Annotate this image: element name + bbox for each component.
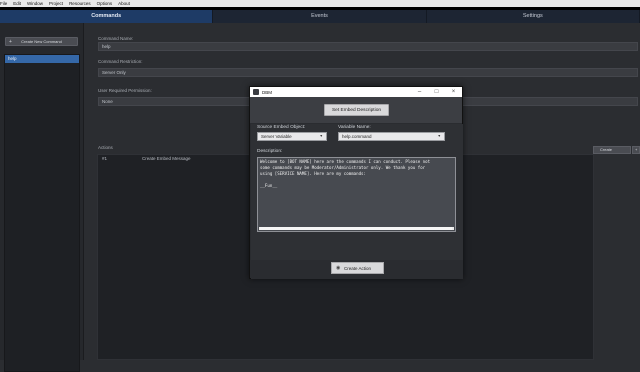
dialog-title: DBM	[262, 89, 272, 95]
tab-events[interactable]: Events	[213, 10, 427, 23]
permissions-label: User Required Permission:	[98, 88, 152, 93]
embed-description-dialog: DBM – □ × Set Embed Description Source E…	[249, 86, 463, 279]
minimize-icon[interactable]: –	[411, 87, 428, 97]
restriction-select[interactable]: Server Only	[98, 68, 638, 77]
plus-icon: +	[9, 38, 12, 45]
menu-project[interactable]: Project	[49, 0, 63, 7]
create-action-label: Create Action	[343, 265, 371, 271]
app-icon	[253, 89, 259, 95]
create-new-command-label: Create New Command	[21, 39, 62, 44]
sidebar: + Create New Command help	[0, 23, 84, 372]
menu-window[interactable]: Window	[27, 0, 43, 7]
tab-settings[interactable]: Settings	[426, 10, 640, 23]
dialog-header: Set Embed Description	[250, 97, 462, 123]
command-name-input[interactable]: help	[98, 42, 638, 51]
create-new-command-button[interactable]: + Create New Command	[5, 37, 78, 46]
dialog-titlebar: DBM – □ ×	[250, 87, 462, 97]
menu-about[interactable]: About	[118, 0, 130, 7]
source-embed-select[interactable]: Server Variable ▼	[257, 132, 327, 141]
description-textarea[interactable]: Welcome to [BOT NAME] here are the comma…	[257, 157, 456, 232]
menu-edit[interactable]: Edit	[13, 0, 21, 7]
command-list-item[interactable]: help	[5, 55, 79, 63]
actions-label: Actions	[98, 145, 113, 150]
eye-icon: ◉	[336, 265, 341, 271]
close-icon[interactable]: ×	[445, 87, 462, 97]
set-embed-description-button[interactable]: Set Embed Description	[324, 104, 389, 116]
plus-icon[interactable]: +	[632, 146, 640, 154]
variable-name-label: Variable Name:	[338, 125, 371, 130]
variable-name-value: help.command	[342, 134, 372, 139]
dialog-footer: ◉ Create Action	[251, 260, 463, 279]
dialog-body: Source Embed Object: Server Variable ▼ V…	[251, 124, 463, 260]
maximize-icon[interactable]: □	[428, 87, 445, 97]
create-action-button[interactable]: ◉ Create Action	[331, 262, 384, 274]
command-list[interactable]: help	[4, 54, 80, 372]
chevron-down-icon: ▼	[437, 134, 441, 138]
source-embed-value: Server Variable	[261, 134, 292, 139]
chevron-down-icon: ▼	[319, 134, 323, 138]
source-embed-label: Source Embed Object:	[257, 125, 306, 130]
main-tabs: Commands Events Settings	[0, 10, 640, 23]
tab-commands[interactable]: Commands	[0, 10, 214, 23]
description-label: Description:	[257, 149, 283, 154]
menu-bar: File Edit Window Project Resources Optio…	[0, 0, 640, 7]
variable-name-input[interactable]: help.command ▼	[338, 132, 445, 141]
menu-resources[interactable]: Resources	[69, 0, 91, 7]
action-name: Create Embed Message	[142, 156, 191, 161]
description-text: Welcome to [BOT NAME] here are the comma…	[260, 159, 431, 188]
create-action-side-button[interactable]: Create	[593, 146, 631, 154]
horizontal-scrollbar[interactable]	[259, 227, 454, 230]
menu-file[interactable]: File	[0, 0, 7, 7]
scrollbar-thumb[interactable]	[260, 227, 452, 230]
restriction-label: Command Restriction:	[98, 59, 143, 64]
action-number: #1	[102, 156, 108, 161]
command-name-label: Command Name:	[98, 36, 134, 41]
menu-options[interactable]: Options	[97, 0, 113, 7]
create-action-side-label: Create	[600, 147, 613, 152]
